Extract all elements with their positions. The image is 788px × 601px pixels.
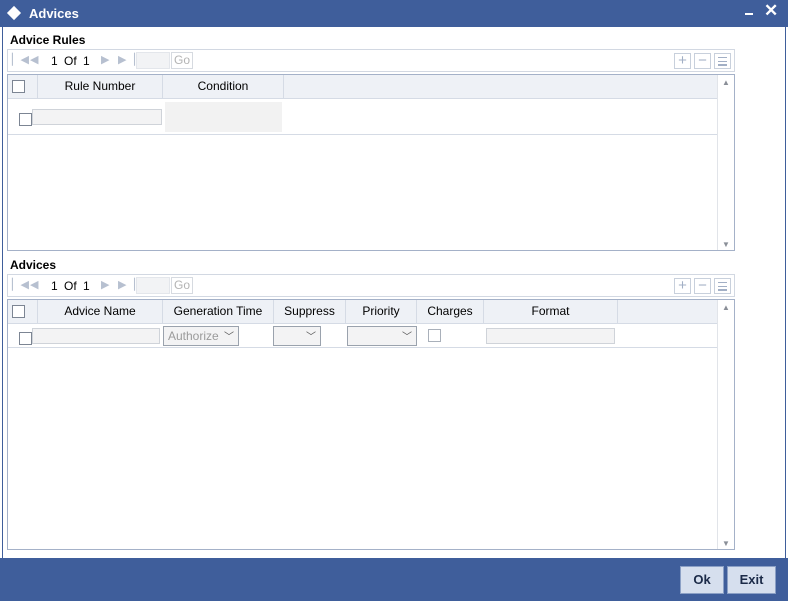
vertical-scrollbar[interactable]: ▲ ▼ (717, 300, 734, 549)
delete-row-button[interactable]: − (694, 52, 711, 69)
go-button[interactable]: Go (171, 52, 193, 69)
grid-header: Rule Number Condition (8, 75, 718, 99)
row-checkbox[interactable] (19, 332, 32, 345)
rule-number-input[interactable] (32, 109, 162, 125)
advice-rules-label: Advice Rules (10, 33, 86, 47)
column-header[interactable]: Condition (163, 75, 284, 99)
advice-name-input[interactable] (32, 328, 160, 344)
scroll-down-icon[interactable]: ▼ (722, 240, 730, 249)
scroll-up-icon[interactable]: ▲ (722, 303, 730, 312)
page-info: 1 Of 1 (51, 279, 93, 293)
single-view-button[interactable] (714, 278, 731, 294)
plus-icon: + (678, 52, 687, 69)
minimize-icon[interactable] (745, 13, 753, 15)
row-checkbox[interactable] (19, 113, 32, 126)
select-all-cell (8, 75, 38, 99)
delete-row-button[interactable]: − (694, 277, 711, 294)
advice-rules-grid: Rule Number Condition ▲ ▼ (7, 74, 735, 251)
window-title: Advices (29, 6, 79, 21)
plus-icon: + (678, 277, 687, 294)
goto-page-input[interactable] (136, 52, 170, 69)
goto-page-input[interactable] (136, 277, 170, 294)
advices-grid: Advice Name Generation Time Suppress Pri… (7, 299, 735, 550)
first-page-icon[interactable]: ▏◀ (12, 278, 29, 291)
select-all-checkbox[interactable] (12, 305, 25, 318)
go-button[interactable]: Go (171, 277, 193, 294)
chevron-down-icon: ﹀ (306, 332, 316, 343)
generation-time-value: Authorize (168, 329, 219, 343)
scroll-down-icon[interactable]: ▼ (722, 539, 730, 548)
column-header[interactable]: Suppress (274, 300, 346, 324)
table-row (8, 99, 718, 135)
add-row-button[interactable]: + (674, 52, 691, 69)
page-info: 1 Of 1 (51, 54, 93, 68)
last-page-icon[interactable]: ▶▕ (118, 53, 135, 66)
suppress-select[interactable]: ﹀ (273, 326, 321, 346)
add-row-button[interactable]: + (674, 277, 691, 294)
total-pages: 1 (83, 54, 90, 68)
first-page-icon[interactable]: ▏◀ (12, 53, 29, 66)
advices-label: Advices (10, 258, 57, 272)
footer-bar: Ok Exit (0, 558, 788, 601)
window-titlebar: Advices ✕ (0, 0, 788, 27)
last-page-icon[interactable]: ▶▕ (118, 278, 135, 291)
single-view-button[interactable] (714, 53, 731, 69)
current-page: 1 (51, 54, 58, 68)
list-icon (718, 57, 727, 66)
minus-icon: − (698, 52, 707, 69)
of-label: Of (64, 54, 77, 68)
advices-navbar: ▏◀ ◀ 1 Of 1 ▶ ▶▕ Go + − (7, 274, 735, 297)
close-icon[interactable]: ✕ (764, 1, 778, 21)
chevron-down-icon: ﹀ (402, 332, 412, 343)
format-input[interactable] (486, 328, 615, 344)
select-all-cell (8, 300, 38, 324)
scroll-up-icon[interactable]: ▲ (722, 78, 730, 87)
grid-header: Advice Name Generation Time Suppress Pri… (8, 300, 718, 324)
advice-rules-navbar: ▏◀ ◀ 1 Of 1 ▶ ▶▕ Go + − (7, 49, 735, 72)
table-row: Authorize ﹀ ﹀ ﹀ (8, 324, 718, 348)
generation-time-select[interactable]: Authorize ﹀ (163, 326, 239, 346)
app-diamond-icon (6, 5, 22, 21)
column-header[interactable]: Format (484, 300, 618, 324)
total-pages: 1 (83, 279, 90, 293)
column-header[interactable]: Generation Time (163, 300, 274, 324)
minus-icon: − (698, 277, 707, 294)
column-header[interactable]: Charges (417, 300, 484, 324)
current-page: 1 (51, 279, 58, 293)
next-page-icon[interactable]: ▶ (101, 53, 109, 66)
column-header[interactable]: Advice Name (38, 300, 163, 324)
select-all-checkbox[interactable] (12, 80, 25, 93)
column-header[interactable]: Rule Number (38, 75, 163, 99)
charges-checkbox[interactable] (428, 329, 441, 342)
exit-button[interactable]: Exit (727, 566, 776, 594)
ok-button[interactable]: Ok (680, 566, 724, 594)
condition-field[interactable] (165, 102, 282, 132)
column-header[interactable]: Priority (346, 300, 417, 324)
of-label: Of (64, 279, 77, 293)
chevron-down-icon: ﹀ (224, 332, 234, 343)
prev-page-icon[interactable]: ◀ (30, 278, 38, 291)
next-page-icon[interactable]: ▶ (101, 278, 109, 291)
prev-page-icon[interactable]: ◀ (30, 53, 38, 66)
priority-select[interactable]: ﹀ (347, 326, 417, 346)
vertical-scrollbar[interactable]: ▲ ▼ (717, 75, 734, 250)
list-icon (718, 282, 727, 291)
